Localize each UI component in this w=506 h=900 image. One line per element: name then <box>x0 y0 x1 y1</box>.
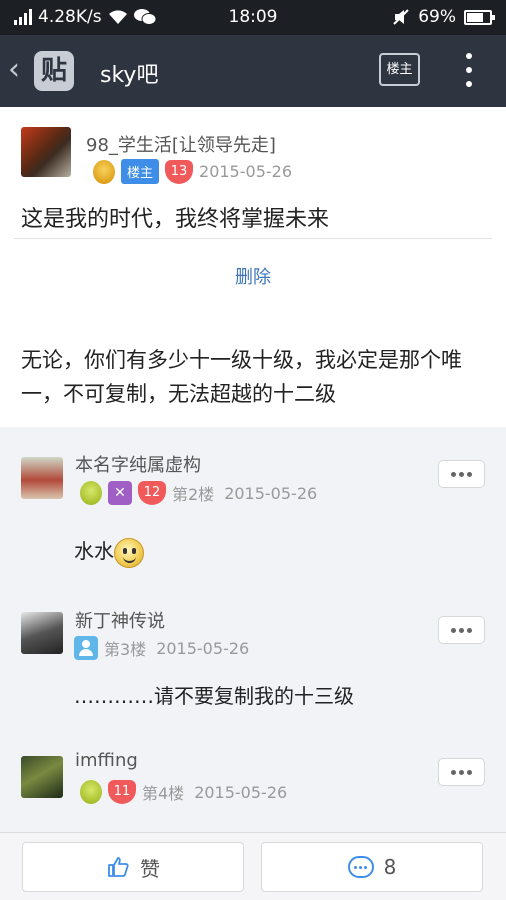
post-title: 这是我的时代，我终将掌握未来 <box>21 207 330 232</box>
user-icon <box>74 636 98 660</box>
avatar[interactable] <box>21 756 63 798</box>
post-date: 2015-05-26 <box>156 638 250 658</box>
floor-number: 第3楼 <box>104 640 147 659</box>
like-label: 赞 <box>140 856 160 881</box>
delete-link[interactable]: 删除 <box>0 263 506 289</box>
username[interactable]: 新丁神传说 <box>75 607 165 633</box>
post-date: 2015-05-26 <box>224 483 318 503</box>
post-date: 2015-05-26 <box>194 782 288 802</box>
tieba-logo[interactable]: 贴 <box>34 51 74 91</box>
op-badge: 楼主 <box>121 159 160 184</box>
thumbs-up-icon <box>108 857 129 877</box>
title-badge-icon: ✕ <box>108 481 132 505</box>
back-chevron-icon[interactable]: ‹ <box>8 55 20 85</box>
avatar[interactable] <box>21 457 63 499</box>
mute-icon <box>393 9 409 25</box>
post-date: 2015-05-26 <box>199 162 292 181</box>
username[interactable]: imffing <box>75 750 138 771</box>
reply-text: 水水 <box>74 535 144 568</box>
medal-icon <box>80 780 102 804</box>
floor-number: 第4楼 <box>142 784 185 803</box>
avatar[interactable] <box>21 612 63 654</box>
reply-text-content: 水水 <box>74 539 114 563</box>
level-badge: 12 <box>138 481 166 505</box>
reply-item: imffing 11 第4楼 2015-05-26 <box>0 737 506 832</box>
reply-text: …………请不要复制我的十三级 <box>74 684 354 708</box>
reply-more-button[interactable] <box>438 460 485 488</box>
battery-icon <box>464 9 495 25</box>
battery-percent: 69% <box>418 7 456 27</box>
username[interactable]: 本名字纯属虚构 <box>75 451 201 477</box>
reply-item: 新丁神传说 第3楼 2015-05-26 …………请不要复制我的十三级 <box>0 587 506 737</box>
more-options-icon[interactable] <box>464 53 474 87</box>
comment-count: 8 <box>383 855 397 879</box>
level-badge: 11 <box>108 780 136 804</box>
medal-icon <box>93 159 115 184</box>
smiley-emoji-icon <box>114 537 144 568</box>
reply-more-button[interactable] <box>438 616 485 644</box>
level-badge: 13 <box>165 159 194 184</box>
reply-more-button[interactable] <box>438 758 485 786</box>
username[interactable]: 98_学生活[让领导先走] <box>86 131 276 157</box>
avatar[interactable] <box>21 127 71 177</box>
reply-item: 本名字纯属虚构 ✕ 12 第2楼 2015-05-26 水水 <box>0 427 506 587</box>
only-op-button[interactable]: 楼主 <box>379 53 420 86</box>
floor-number: 第2楼 <box>172 485 215 504</box>
comment-button[interactable]: 8 <box>261 842 483 892</box>
status-bar: 4.28K/s 18:09 69% <box>0 0 506 35</box>
post-body: 无论，你们有多少十一级十级，我必定是那个唯一，不可复制，无法超越的十二级 <box>21 348 462 406</box>
divider <box>14 238 492 239</box>
medal-icon <box>80 481 102 505</box>
bottom-bar: 赞 8 <box>0 832 506 900</box>
nav-bar: ‹ 贴 sky吧 楼主 <box>0 35 506 107</box>
comment-bubble-icon <box>347 856 374 878</box>
main-post: 98_学生活[让领导先走] 楼主 13 2015-05-26 这是我的时代，我终… <box>0 107 506 427</box>
forum-title[interactable]: sky吧 <box>100 57 158 89</box>
like-button[interactable]: 赞 <box>22 842 244 892</box>
